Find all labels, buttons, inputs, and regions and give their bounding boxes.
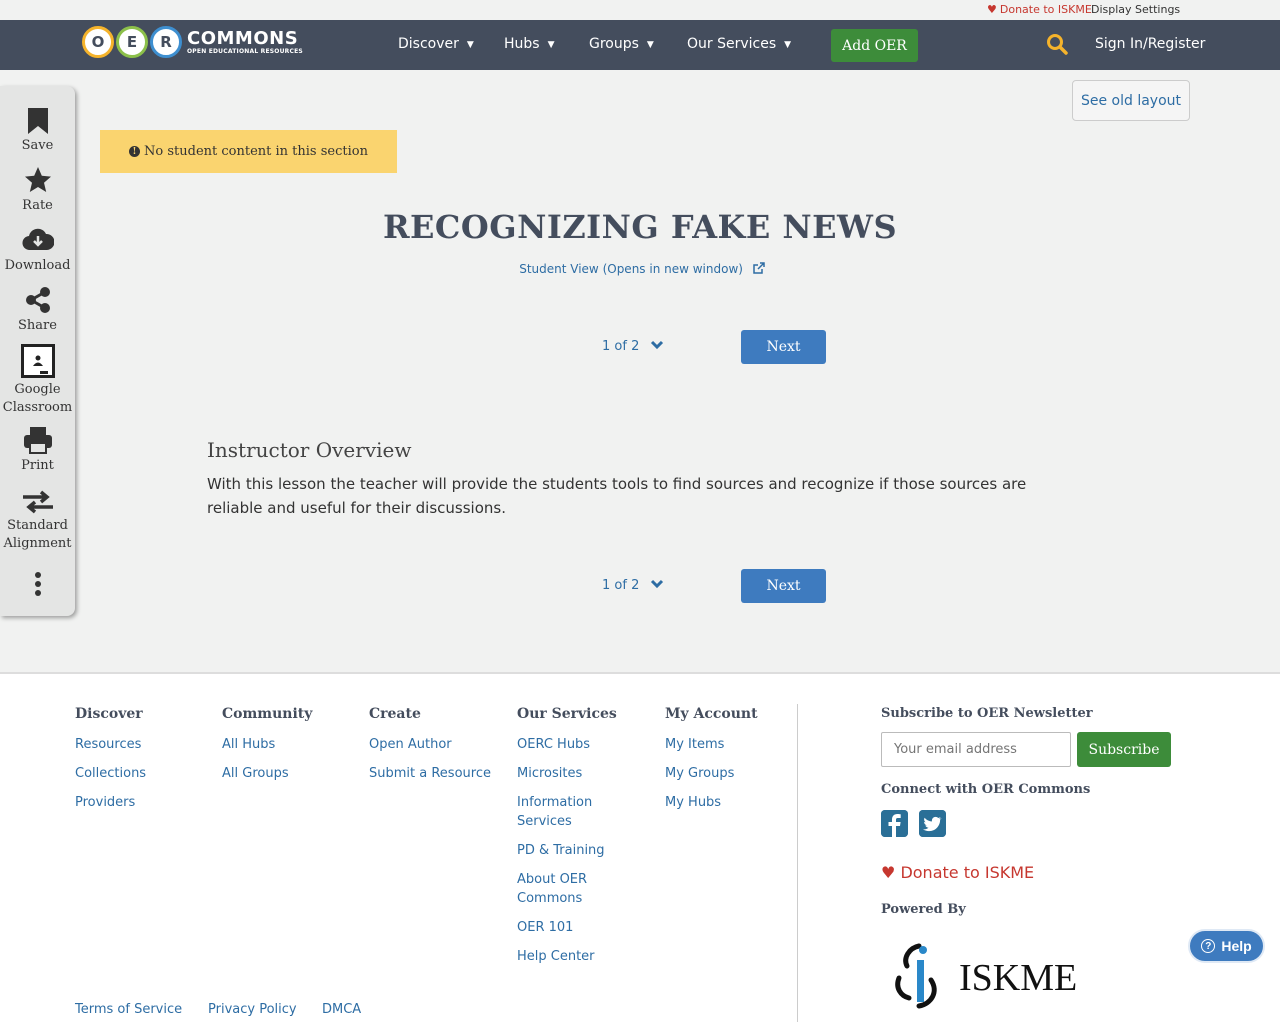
footer-link[interactable]: OER 101 — [517, 918, 627, 937]
footer-heading: Our Services — [517, 706, 617, 722]
chevron-down-icon[interactable] — [650, 579, 664, 589]
chevron-down-icon[interactable] — [650, 340, 664, 350]
twitter-icon[interactable] — [919, 810, 946, 837]
footer-column-create: Create Open Author Submit a Resource — [369, 706, 499, 793]
footer-link[interactable]: All Hubs — [222, 735, 332, 754]
footer-column-my-account: My Account My Items My Groups My Hubs — [665, 706, 775, 822]
heart-icon: ♥ — [987, 3, 997, 16]
page-select[interactable]: 1 of 2 — [602, 339, 639, 354]
footer-link[interactable]: About OER Commons — [517, 870, 607, 908]
bookmark-icon — [27, 108, 48, 134]
footer-link[interactable]: Resources — [75, 735, 185, 754]
footer-column-discover: Discover Resources Collections Providers — [75, 706, 185, 822]
no-student-content-banner: ! No student content in this section — [100, 130, 397, 173]
footer-link[interactable]: Microsites — [517, 764, 627, 783]
powered-by-heading: Powered By — [881, 902, 966, 917]
search-icon[interactable] — [1046, 33, 1068, 55]
footer-heading: Create — [369, 706, 421, 722]
site-footer: Discover Resources Collections Providers… — [0, 672, 1280, 1024]
footer-link[interactable]: PD & Training — [517, 841, 627, 860]
share-icon — [25, 287, 50, 313]
see-old-layout-button[interactable]: See old layout — [1072, 80, 1190, 121]
newsletter-email-input[interactable] — [881, 732, 1071, 767]
iskme-logo[interactable]: ISKME — [891, 940, 1091, 1012]
footer-link[interactable]: Information Services — [517, 793, 607, 831]
next-button[interactable]: Next — [741, 569, 826, 603]
nav-hubs[interactable]: Hubs ▼ — [504, 36, 555, 52]
nav-groups[interactable]: Groups ▼ — [589, 36, 654, 52]
main-navbar: O E R COMMONS OPEN EDUCATIONAL RESOURCES… — [0, 20, 1280, 70]
heart-icon: ♥ — [881, 863, 896, 882]
logo-tagline: OPEN EDUCATIONAL RESOURCES — [187, 47, 303, 55]
footer-divider — [797, 704, 798, 1022]
privacy-link[interactable]: Privacy Policy — [208, 1002, 297, 1017]
resource-toolbar: Save Rate Download Share Google Classroo… — [0, 86, 75, 616]
section-body: With this lesson the teacher will provid… — [207, 475, 1027, 517]
footer-heading: Discover — [75, 706, 143, 722]
footer-column-our-services: Our Services OERC Hubs Microsites Inform… — [517, 706, 627, 976]
logo-letter-r: R — [150, 26, 182, 58]
chevron-down-icon: ▼ — [646, 40, 654, 50]
next-button[interactable]: Next — [741, 330, 826, 364]
footer-link[interactable]: My Items — [665, 735, 775, 754]
nav-discover[interactable]: Discover ▼ — [398, 36, 474, 52]
donate-link[interactable]: ♥ Donate to ISKME — [987, 3, 1092, 16]
google-classroom-icon — [20, 344, 55, 378]
standard-alignment-button[interactable]: Standard Alignment — [0, 490, 75, 553]
connect-heading: Connect with OER Commons — [881, 782, 1091, 797]
subscribe-button[interactable]: Subscribe — [1077, 732, 1171, 767]
footer-heading: Community — [222, 706, 313, 722]
print-button[interactable]: Print — [0, 426, 75, 475]
pager-bottom: 1 of 2 Next — [602, 569, 842, 603]
save-button[interactable]: Save — [0, 108, 75, 155]
logo-letter-e: E — [116, 26, 148, 58]
sign-in-register-link[interactable]: Sign In/Register — [1095, 36, 1205, 52]
logo-word: COMMONS — [187, 27, 299, 49]
footer-link[interactable]: Providers — [75, 793, 185, 812]
chevron-down-icon: ▼ — [784, 40, 792, 50]
footer-heading: My Account — [665, 706, 758, 722]
newsletter-heading: Subscribe to OER Newsletter — [881, 706, 1093, 721]
footer-link[interactable]: Open Author — [369, 735, 499, 754]
oer-commons-logo[interactable]: O E R COMMONS OPEN EDUCATIONAL RESOURCES — [82, 25, 303, 59]
footer-link[interactable]: OERC Hubs — [517, 735, 627, 754]
display-settings-link[interactable]: Display Settings — [1091, 3, 1180, 16]
dmca-link[interactable]: DMCA — [322, 1002, 361, 1017]
nav-our-services[interactable]: Our Services ▼ — [687, 36, 791, 52]
logo-letter-o: O — [82, 26, 114, 58]
external-link-icon — [753, 262, 765, 274]
page-select[interactable]: 1 of 2 — [602, 578, 639, 593]
footer-link[interactable]: All Groups — [222, 764, 332, 783]
chevron-down-icon: ▼ — [466, 40, 474, 50]
facebook-icon[interactable] — [881, 810, 908, 837]
footer-link[interactable]: Help Center — [517, 947, 627, 966]
terms-link[interactable]: Terms of Service — [75, 1002, 182, 1017]
utility-bar: ♥ Donate to ISKME Display Settings — [0, 0, 1280, 20]
footer-link[interactable]: Submit a Resource — [369, 764, 499, 783]
print-icon — [23, 427, 52, 454]
google-classroom-button[interactable]: Google Classroom — [0, 344, 75, 417]
pager-top: 1 of 2 Next — [602, 330, 842, 364]
footer-column-community: Community All Hubs All Groups — [222, 706, 332, 793]
exchange-icon — [22, 490, 53, 514]
page-title: RECOGNIZING FAKE NEWS — [382, 208, 898, 246]
more-options-button[interactable] — [0, 572, 75, 599]
section-title: Instructor Overview — [207, 438, 412, 462]
footer-link[interactable]: My Hubs — [665, 793, 775, 812]
footer-link[interactable]: My Groups — [665, 764, 775, 783]
svg-text:ISKME: ISKME — [959, 957, 1077, 999]
footer-donate-link[interactable]: ♥ Donate to ISKME — [881, 863, 1034, 882]
add-oer-button[interactable]: Add OER — [831, 29, 918, 62]
exclamation-circle-icon: ! — [129, 146, 141, 157]
help-button[interactable]: ? Help — [1188, 929, 1265, 963]
share-button[interactable]: Share — [0, 286, 75, 335]
chevron-down-icon: ▼ — [547, 40, 555, 50]
more-vertical-icon — [34, 572, 41, 596]
student-view-link[interactable]: Student View (Opens in new window) — [0, 262, 1280, 276]
footer-link[interactable]: Collections — [75, 764, 185, 783]
star-icon — [24, 167, 51, 192]
question-icon: ? — [1201, 939, 1216, 953]
